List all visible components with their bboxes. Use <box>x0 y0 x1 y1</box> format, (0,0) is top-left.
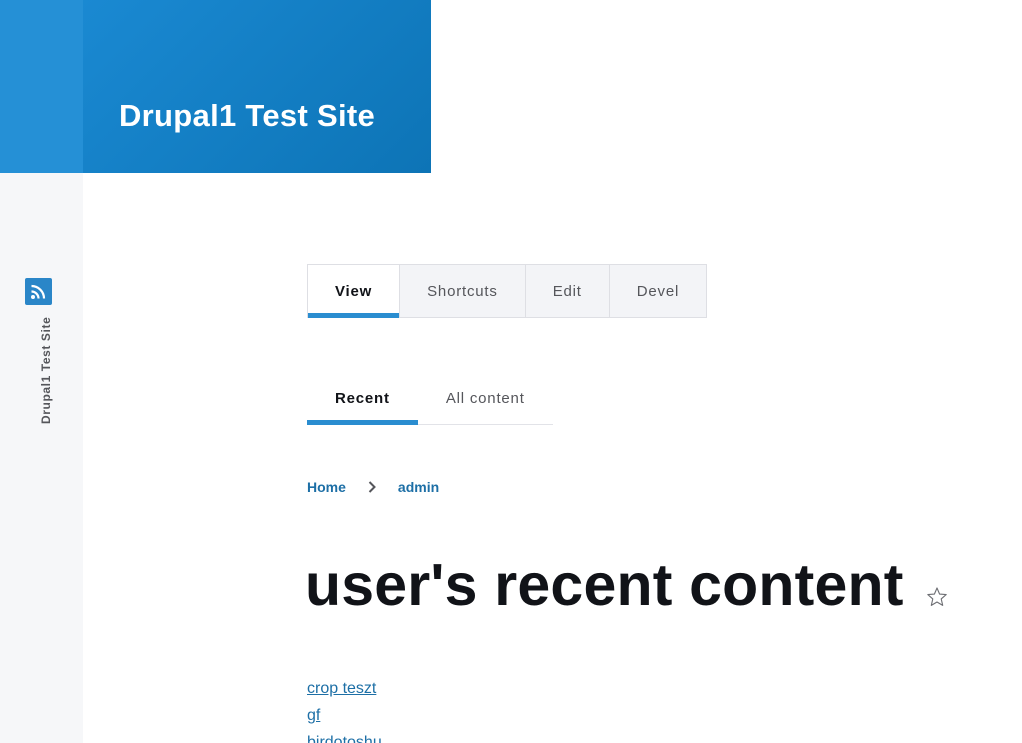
primary-tabs: View Shortcuts Edit Devel <box>307 264 708 318</box>
tab-all-content[interactable]: All content <box>418 372 553 424</box>
breadcrumb-admin-link[interactable]: admin <box>398 479 439 495</box>
wifi-signal-icon[interactable] <box>25 278 52 305</box>
site-branding: Drupal1 Test Site <box>83 0 431 173</box>
wifi-signal-icon-svg <box>31 284 46 299</box>
breadcrumb-home-link[interactable]: Home <box>307 479 346 495</box>
secondary-tabs: Recent All content <box>307 372 553 425</box>
page: Drupal1 Test Site Drupal1 Test Site View… <box>0 0 1022 743</box>
site-name-link[interactable]: Drupal1 Test Site <box>119 98 375 134</box>
content-link-crop-teszt[interactable]: crop teszt <box>307 680 376 697</box>
toolbar-site-label[interactable]: Drupal1 Test Site <box>39 314 53 424</box>
chevron-right-icon <box>346 478 398 496</box>
tab-shortcuts[interactable]: Shortcuts <box>400 265 526 317</box>
list-item: crop teszt <box>307 678 382 705</box>
star-outline-icon-svg <box>927 587 947 606</box>
tab-recent[interactable]: Recent <box>307 372 418 425</box>
toolbar-sidebar: Drupal1 Test Site <box>0 0 83 743</box>
content-link-birdotoshu[interactable]: birdotoshu <box>307 734 382 743</box>
tab-edit[interactable]: Edit <box>526 265 610 317</box>
content-link-gf[interactable]: gf <box>307 707 320 724</box>
list-item: birdotoshu <box>307 732 382 743</box>
page-title: user's recent content <box>305 552 904 618</box>
toolbar-top-block <box>0 0 83 173</box>
content-list: crop teszt gf birdotoshu <box>307 678 382 743</box>
tab-view[interactable]: View <box>308 265 401 318</box>
list-item: gf <box>307 705 382 732</box>
chevron-right-icon-svg <box>368 481 376 493</box>
breadcrumb: Home admin <box>307 478 439 496</box>
tab-devel[interactable]: Devel <box>610 265 708 317</box>
star-outline-icon[interactable] <box>926 586 948 608</box>
